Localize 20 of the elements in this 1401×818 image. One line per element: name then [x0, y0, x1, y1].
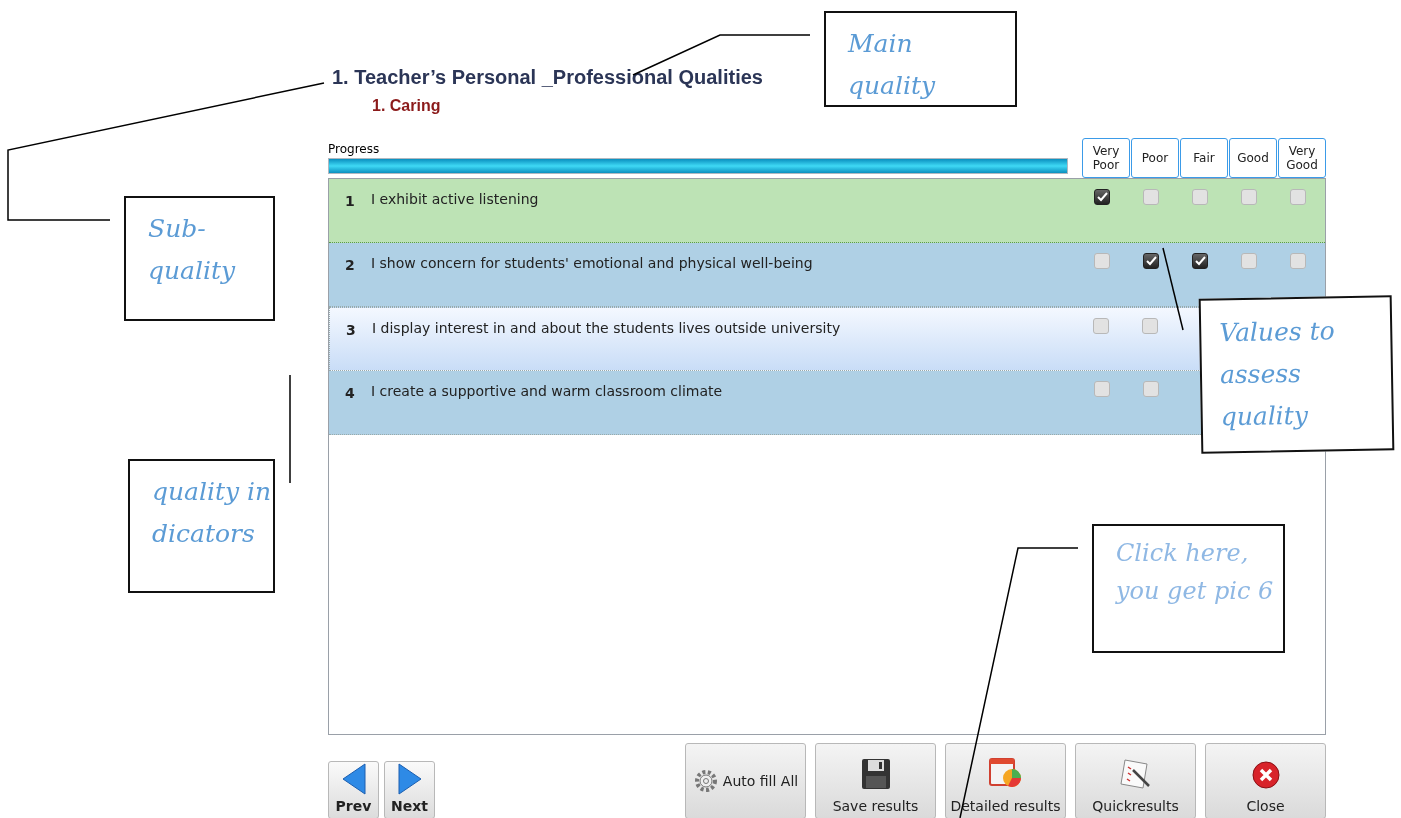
rating-column-header: Fair [1180, 138, 1228, 178]
callout-text: quality indicators [152, 476, 273, 550]
item-number: 2 [345, 256, 356, 275]
callout-text: Sub-quality [148, 213, 237, 287]
indicator-text: I exhibit active listening [371, 190, 540, 209]
rating-column-header: Good [1229, 138, 1277, 178]
indicator-text: I show concern for students' emotional and physical well-being [371, 254, 814, 273]
callout-text: Main quality [848, 28, 937, 102]
rating-column-header: Very Poor [1082, 138, 1130, 178]
indicator-text: I create a supportive and warm classroom climate [371, 382, 724, 401]
indicator-text: I display interest in and about the students lives outside university [372, 319, 842, 338]
callout-text: Click here, you get pic 6 [1116, 538, 1275, 607]
rating-column-header: Poor [1131, 138, 1179, 178]
subquality-heading: 1. Caring [372, 96, 441, 116]
rating-column-header: Very Good [1278, 138, 1326, 178]
progress-label: Progress [328, 141, 380, 158]
item-number: 4 [345, 384, 356, 403]
item-number: 1 [345, 192, 356, 211]
quality-heading: 1. Teacher’s Personal _Professional Qualities [332, 65, 763, 90]
item-number: 3 [346, 321, 357, 340]
